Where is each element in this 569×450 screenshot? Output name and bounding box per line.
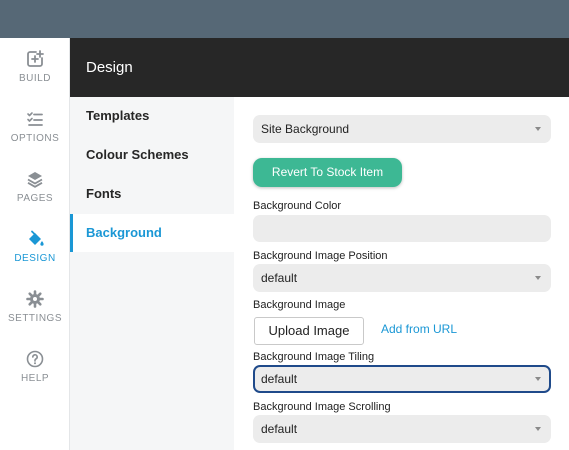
sub-nav-item-fonts[interactable]: Fonts (70, 175, 234, 213)
bg-position-label: Background Image Position (253, 250, 388, 262)
nav-item-settings[interactable]: SETTINGS (0, 290, 70, 350)
top-bar (0, 0, 569, 38)
plus-square-icon (27, 50, 44, 67)
panel-header: Design (70, 38, 569, 97)
nav-item-pages[interactable]: PAGES (0, 170, 70, 230)
bg-scrolling-value: default (261, 422, 298, 436)
background-settings-form: Site Background Revert To Stock Item Bac… (234, 97, 569, 450)
nav-label-help: HELP (20, 373, 50, 384)
panel-title: Design (86, 59, 133, 76)
nav-label-design: DESIGN (14, 253, 56, 264)
nav-label-options: OPTIONS (10, 133, 60, 144)
chevron-down-icon (535, 276, 541, 280)
nav-label-settings: SETTINGS (7, 313, 62, 324)
upload-image-button[interactable]: Upload Image (254, 317, 364, 345)
chevron-down-icon (535, 127, 541, 131)
bg-tiling-value: default (261, 372, 298, 386)
nav-item-options[interactable]: OPTIONS (0, 110, 70, 170)
bg-tiling-select[interactable]: default (253, 365, 551, 393)
nav-item-design[interactable]: DESIGN (0, 230, 70, 290)
paint-bucket-icon (29, 230, 44, 246)
sub-nav-item-background[interactable]: Background (70, 214, 234, 252)
sub-nav-item-templates[interactable]: Templates (70, 97, 234, 135)
bg-position-value: default (261, 271, 298, 285)
nav-label-pages: PAGES (16, 193, 54, 204)
bg-color-input[interactable] (253, 215, 551, 242)
bg-color-label: Background Color (253, 200, 342, 212)
sub-nav-item-colour-schemes[interactable]: Colour Schemes (70, 136, 234, 174)
gear-icon (26, 290, 44, 308)
bg-position-select[interactable]: default (253, 264, 551, 292)
bg-scrolling-label: Background Image Scrolling (253, 401, 391, 413)
background-target-value: Site Background (261, 122, 350, 136)
bg-image-label: Background Image (253, 299, 346, 311)
question-circle-icon (26, 350, 44, 368)
sub-nav: Templates Colour Schemes Fonts Backgroun… (70, 97, 234, 450)
nav-item-help[interactable]: HELP (0, 350, 70, 410)
layers-icon (27, 172, 43, 188)
nav-label-build: BUILD (19, 73, 51, 84)
left-nav: BUILD OPTIONS PAGES DESIGN SETTINGS HELP (0, 38, 70, 450)
chevron-down-icon (535, 377, 541, 381)
bg-scrolling-select[interactable]: default (253, 415, 551, 443)
bg-tiling-label: Background Image Tiling (253, 351, 375, 363)
checklist-icon (27, 112, 43, 126)
add-from-url-link[interactable]: Add from URL (381, 322, 457, 336)
background-target-select[interactable]: Site Background (253, 115, 551, 143)
nav-item-build[interactable]: BUILD (0, 50, 70, 110)
chevron-down-icon (535, 427, 541, 431)
revert-to-stock-button[interactable]: Revert To Stock Item (253, 158, 402, 187)
